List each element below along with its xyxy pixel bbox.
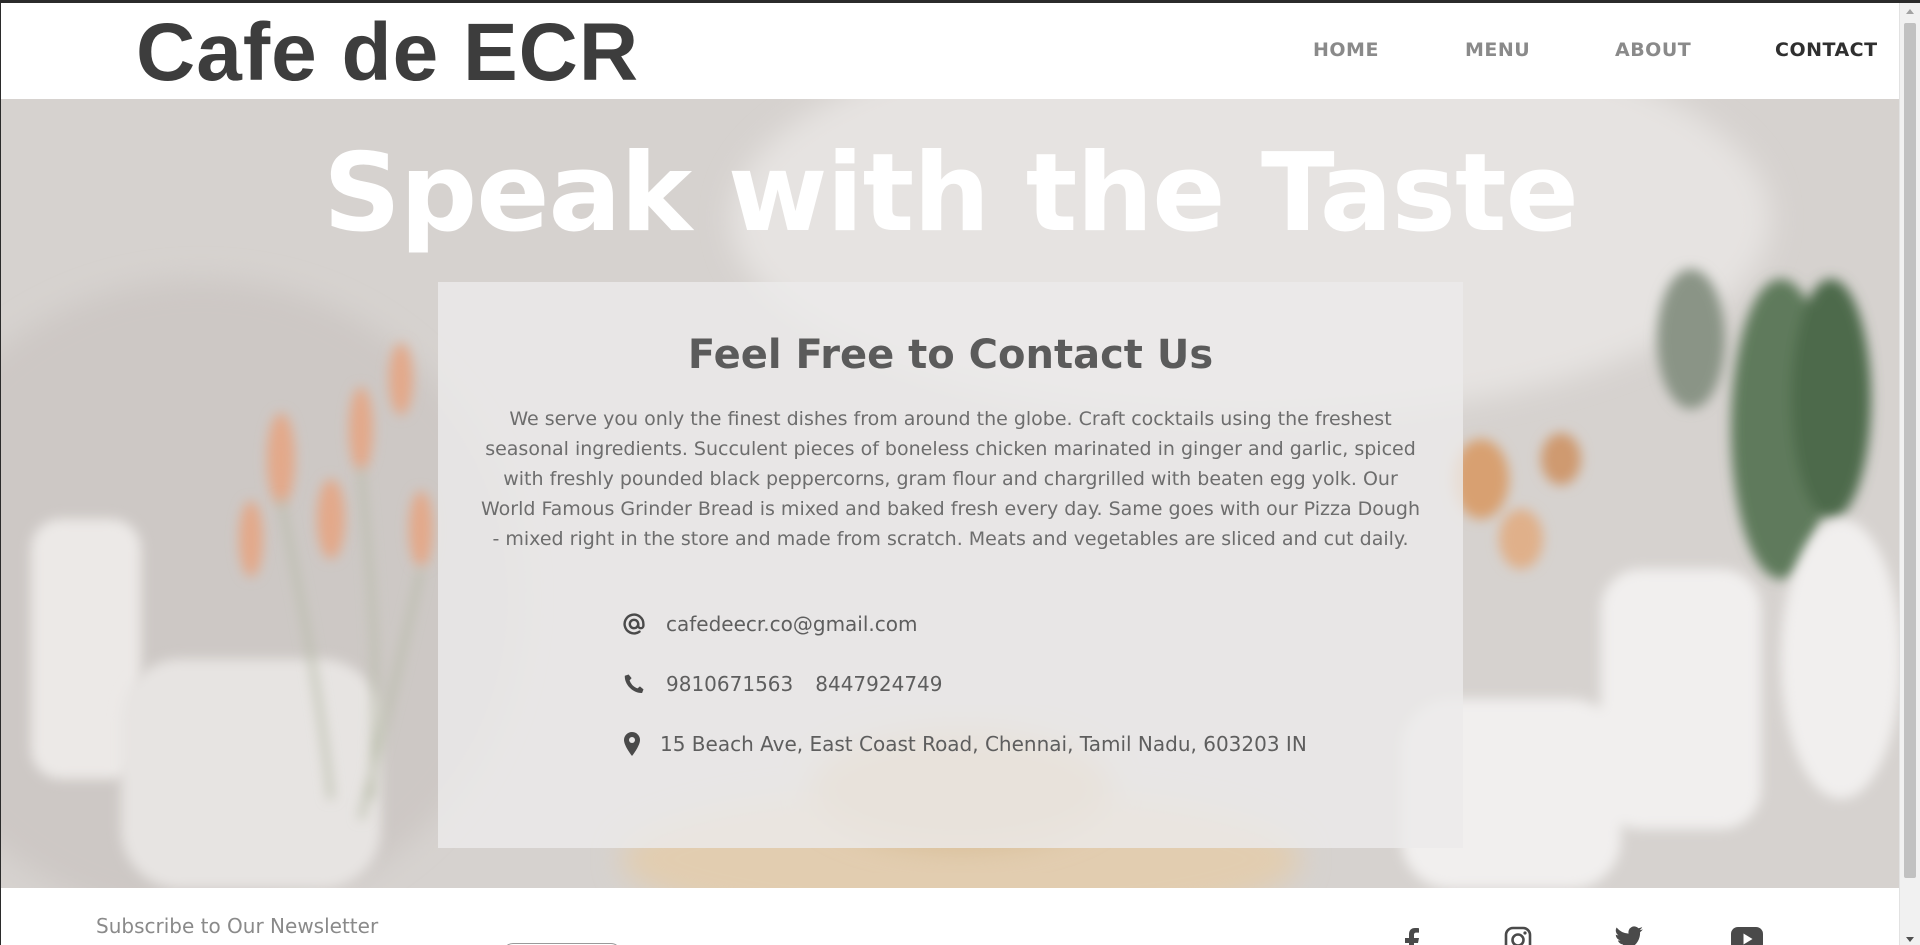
facebook-icon[interactable] xyxy=(1394,926,1428,945)
phone-number-primary[interactable]: 9810671563 xyxy=(666,672,793,696)
at-icon xyxy=(622,612,666,636)
site-footer: Subscribe to Our Newsletter xyxy=(1,888,1900,945)
map-marker-icon xyxy=(622,731,660,757)
address-row: 15 Beach Ave, East Coast Road, Chennai, … xyxy=(622,727,1307,761)
contact-card: Feel Free to Contact Us We serve you onl… xyxy=(438,282,1463,848)
phone-number-secondary[interactable]: 8447924749 xyxy=(815,672,942,696)
scroll-up-arrow-icon[interactable] xyxy=(1906,9,1914,14)
nav-about[interactable]: ABOUT xyxy=(1615,39,1691,61)
newsletter-label: Subscribe to Our Newsletter xyxy=(96,914,379,938)
site-header: Cafe de ECR HOME MENU ABOUT CONTACT xyxy=(1,3,1900,99)
youtube-icon[interactable] xyxy=(1730,926,1764,945)
email-row: cafedeecr.co@gmail.com xyxy=(622,607,918,641)
hero-title: Speak with the Taste xyxy=(323,131,1579,256)
nav-menu[interactable]: MENU xyxy=(1465,39,1530,61)
browser-viewport: Cafe de ECR HOME MENU ABOUT CONTACT Spea… xyxy=(0,0,1920,945)
instagram-icon[interactable] xyxy=(1501,926,1535,945)
nav-contact[interactable]: CONTACT xyxy=(1775,39,1878,61)
email-link[interactable]: cafedeecr.co@gmail.com xyxy=(666,612,918,636)
twitter-icon[interactable] xyxy=(1612,926,1646,945)
site-logo[interactable]: Cafe de ECR xyxy=(136,7,639,99)
nav-home[interactable]: HOME xyxy=(1313,39,1379,61)
phone-icon xyxy=(622,672,666,696)
scroll-down-arrow-icon[interactable] xyxy=(1906,937,1914,942)
contact-card-description: We serve you only the finest dishes from… xyxy=(480,408,1421,550)
contact-card-title: Feel Free to Contact Us xyxy=(687,332,1214,378)
address-text: 15 Beach Ave, East Coast Road, Chennai, … xyxy=(660,732,1307,756)
vertical-scrollbar[interactable] xyxy=(1899,3,1920,945)
hero-section: Speak with the Taste Feel Free to Contac… xyxy=(1,99,1900,888)
scrollbar-thumb[interactable] xyxy=(1904,23,1916,878)
phone-row: 9810671563 8447924749 xyxy=(622,667,943,701)
